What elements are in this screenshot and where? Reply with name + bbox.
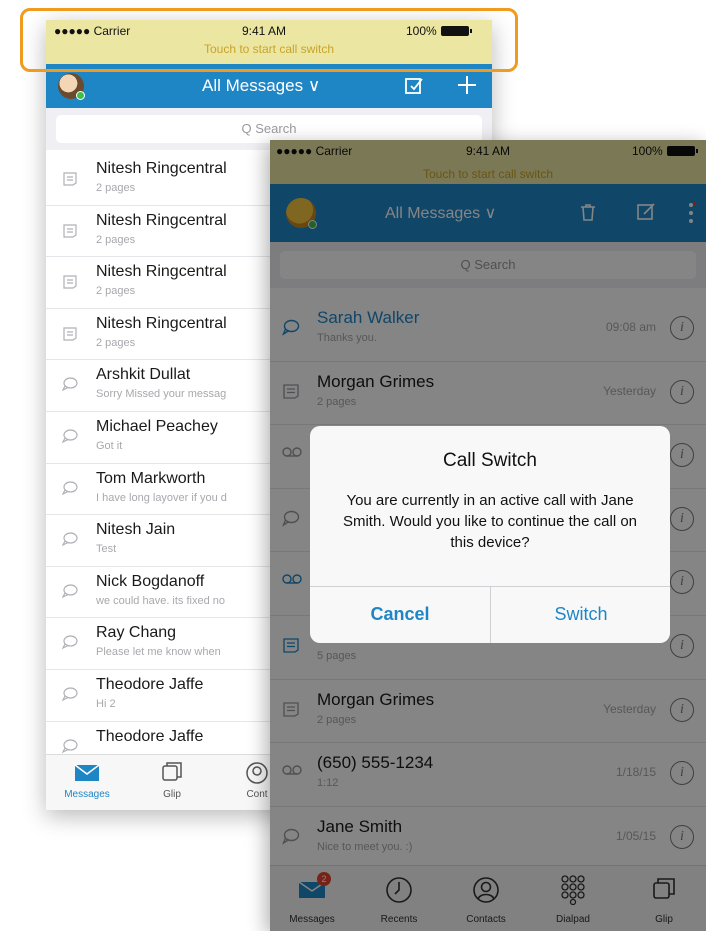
message-preview: Please let me know when	[96, 646, 221, 659]
chat-bubble-icon	[61, 686, 78, 702]
contact-name: Nitesh Ringcentral	[96, 263, 227, 281]
chat-bubble-icon	[61, 376, 78, 392]
chat-bubble-icon	[61, 738, 78, 754]
chat-bubble-icon	[61, 428, 78, 444]
message-preview: Got it	[96, 439, 123, 452]
message-preview: Sorry Missed your messag	[96, 388, 227, 401]
contact-name: Arshkit Dullat	[96, 366, 191, 384]
call-switch-dialog: Call Switch You are currently in an acti…	[310, 426, 670, 643]
envelope-icon	[52, 759, 122, 787]
presence-dot-icon	[76, 91, 85, 100]
message-preview: Test	[96, 543, 117, 556]
contact-name: Theodore Jaffe	[96, 727, 204, 745]
message-filter-dropdown[interactable]: All Messages ∨	[202, 76, 320, 96]
search-input[interactable]: Q Search	[56, 115, 482, 143]
contact-name: Theodore Jaffe	[96, 675, 204, 693]
status-banner-highlight	[20, 8, 518, 72]
tab-label: Glip	[163, 789, 181, 800]
message-preview: I have long layover if you d	[96, 491, 227, 504]
chat-bubble-icon	[61, 634, 78, 650]
contact-name: Nick Bogdanoff	[96, 572, 205, 590]
message-preview: 2 pages	[96, 336, 136, 349]
message-preview: 2 pages	[96, 285, 136, 298]
message-preview: 2 pages	[96, 182, 136, 194]
contact-name: Michael Peachey	[96, 417, 218, 435]
contact-name: Nitesh Jain	[96, 521, 176, 539]
add-icon[interactable]	[456, 74, 478, 100]
glip-icon	[137, 759, 207, 787]
tab-messages[interactable]: Messages	[52, 759, 122, 800]
message-preview: Hi 2	[96, 697, 116, 710]
dialog-message: You are currently in an active call with…	[342, 492, 638, 551]
tab-label: Messages	[64, 789, 110, 800]
dialog-title: Call Switch	[443, 450, 537, 471]
message-preview: 2 pages	[96, 233, 136, 246]
fax-icon	[62, 222, 78, 238]
fax-icon	[62, 325, 78, 341]
fax-icon	[62, 170, 78, 186]
avatar[interactable]	[58, 73, 85, 100]
compose-icon[interactable]	[404, 76, 424, 100]
switch-button[interactable]: Switch	[491, 586, 670, 643]
message-preview: we could have. its fixed no	[96, 594, 226, 607]
contact-name: Nitesh Ringcentral	[96, 314, 227, 332]
tab-glip[interactable]: Glip	[137, 759, 207, 800]
contact-name: Nitesh Ringcentral	[96, 160, 227, 177]
contact-name: Tom Markworth	[96, 469, 206, 487]
contact-name: Ray Chang	[96, 624, 177, 642]
front-phone-screen: ●●●●● Carrier 9:41 AM 100% Touch to star…	[270, 140, 706, 931]
chat-bubble-icon	[61, 583, 78, 599]
chat-bubble-icon	[61, 480, 78, 496]
contact-name: Nitesh Ringcentral	[96, 211, 227, 229]
fax-icon	[62, 273, 78, 289]
chat-bubble-icon	[61, 531, 78, 547]
cancel-button[interactable]: Cancel	[310, 586, 490, 643]
